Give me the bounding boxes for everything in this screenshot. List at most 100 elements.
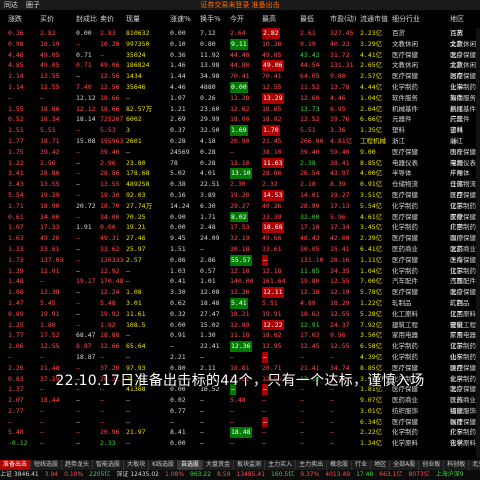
cell-10: 12.19 <box>330 288 350 297</box>
table-row[interactable]: 1.47 5.45 — 5.48 3.01 0.62 18.48 5.41 5.51 4.89 18… <box>0 297 480 309</box>
table-row[interactable]: — — — — — — — — — — —6.34亿 医疗保健 医疗保健 福建 <box>0 416 480 428</box>
cell-6: — <box>200 428 204 437</box>
column-header-11[interactable]: 流通市值 <box>360 13 388 25</box>
tab-3[interactable]: 智能选股 <box>93 460 125 470</box>
table-row[interactable]: 0.98 10.19 — 10.20 997350 0.10 0.80 9.11 10.20 9.… <box>0 38 480 50</box>
cell-11: 4.39亿 <box>360 352 383 361</box>
cell-12: 纺织服饰 <box>392 406 418 415</box>
tab-9[interactable]: 主力买入 <box>265 460 297 470</box>
cell-region: 广州 <box>450 169 463 178</box>
column-header-12[interactable]: 细分行业 <box>392 13 420 25</box>
table-row[interactable]: 1.14 12.55 7.40 12.56 35646 4.46 4880 0.00 12.55… <box>0 81 480 93</box>
tab-7[interactable]: 大盘资金 <box>203 460 235 470</box>
tab-8[interactable]: 板块监测 <box>234 460 266 470</box>
table-row[interactable]: 5.54 19.29 — 19.30 92.03 0.16 3.89 19.20 14.53 14… <box>0 189 480 201</box>
cell-1: 49.26 <box>40 234 60 243</box>
tab-5[interactable]: K线选股 <box>149 460 179 470</box>
table-row[interactable]: 1.77 17.52 68.47 18.88 — 0.91 1.30 11.18 18.62 17… <box>0 330 480 341</box>
table-row[interactable]: 1.06 12.55 8.87 12.66 65.64 — 22.41 12.36 12.95 1… <box>0 341 480 352</box>
cell-3: 19.92 <box>100 309 120 318</box>
table-row[interactable]: 1.77 18.71 15.08 195963 2601 0.28 4.18 20.90 21.… <box>0 136 480 147</box>
column-header-9[interactable]: 最低 <box>300 13 314 25</box>
table-row[interactable]: 1.63 49.26 — 49.31 27.46 9.45 24.09 32.19 49.66 4… <box>0 233 480 244</box>
table-row[interactable]: — — 12.12 18.66 — 1.07 0.26 12.28 13.29 12.60 4.46… <box>0 92 480 104</box>
tab-2[interactable]: 趋势龙头 <box>62 460 94 470</box>
column-header-2[interactable]: 封成比 <box>76 13 97 25</box>
table-row[interactable]: 1.33 33.61 — 33.62 25.97 1.51 — 30.18 33.61 30.05… <box>0 244 480 255</box>
tab-17[interactable]: 北交所 <box>469 460 480 470</box>
table-row[interactable]: 1.14 12.55 — 12.56 1434 1.44 34.98 70.41 70.41 64… <box>0 71 480 82</box>
tab-10[interactable]: 主力卖出 <box>296 460 328 470</box>
tab-12[interactable]: 行业 <box>352 460 372 470</box>
table-row[interactable]: 0.26 2.82 0.00 2.83 810632 0.00 7.12 2.64 2.82 2.… <box>0 28 480 39</box>
column-header-5[interactable]: 涨速% <box>170 13 191 25</box>
table-row[interactable]: 1.39 12.91 — 12.92 — 1.03 0.57 12.10 12.18 11.85 2… <box>0 266 480 277</box>
column-header-7[interactable]: 今开 <box>230 13 244 25</box>
table-row[interactable]: 1.48—19.17 170.48—0.41 1.01 140.00 161.64 19.… <box>0 276 480 287</box>
vertical-scrollbar[interactable] <box>476 28 480 458</box>
cell-12: 化工原料 <box>392 309 418 318</box>
cell-3: — <box>100 352 104 361</box>
cell-9: 39.40 <box>300 147 320 156</box>
table-row[interactable]: 2.07 18.44— — —0.02—5.48— — —9.07亿 医药商业 医药商业 江苏 <box>0 395 480 406</box>
table-row[interactable]: 3.41 28.86 — 28.86 178.68 5.02 4.01 13.10 28.86 2… <box>0 168 480 180</box>
table-row[interactable]: 1.55 18.66 12.12 18.66 82.57万 1.21 23.60 12.62 1… <box>0 104 480 115</box>
table-row[interactable]: — —18.87— —2.21— — — — —4.39亿 化学制药 化学制药 山东 <box>0 351 480 363</box>
cell-11: 1.04亿 <box>360 266 383 275</box>
cell-7: 20.90 <box>230 136 250 145</box>
tab-16[interactable]: 科创板 <box>444 460 470 470</box>
table-row[interactable]: 0.61 34.00 — 34.00 70.25 0.90 1.71 8.02 33.39 32.… <box>0 211 480 223</box>
cell-7: 2.64 <box>230 29 246 37</box>
column-header-8[interactable]: 最高 <box>262 13 276 25</box>
column-header-13[interactable]: 地区 <box>450 13 464 25</box>
table-row[interactable]: 1.22 2.96 — 2.96 23.80 78 0.28 13.10 11.63 2.38 38… <box>0 157 480 169</box>
table-row[interactable]: 1.25 1.80 — 1.82 108.5 0.00 15.02 12.89 12.22 12.… <box>0 319 480 331</box>
cell-3: 1.82 <box>100 320 116 329</box>
table-row[interactable]: 4.85 49.05 0.71 49.06 186824 1.46 13.98 44.80 49… <box>0 60 480 72</box>
bottom-tab-bar[interactable]: 准备出击 短线选股 趋势龙头 智能选股 大板块 K线选股 自选股 大盘资金 板块监测 主力买入 主力… <box>0 460 480 470</box>
cell-region: 北京 <box>450 244 463 253</box>
table-row[interactable]: 1.73 137.03 — 126333 2.57 0.86 2.86 55.57 — 131.1… <box>0 254 480 266</box>
cell-3: 12.66 <box>100 342 120 351</box>
tab-13[interactable]: 地区 <box>371 460 391 470</box>
cell-6: 2.86 <box>200 255 216 264</box>
tab-11[interactable]: 概念股 <box>327 460 353 470</box>
table-row[interactable]: 1.71 18.90 20.72 18.70 27.74万 14.24 6.30 29.27 4… <box>0 201 480 212</box>
table-row[interactable]: 1.07 17.33 1.91 0.00 19.21 0.00 2.48 17.53 18.68… <box>0 222 480 234</box>
cell-10: 31.72 <box>330 50 350 59</box>
table-row[interactable]: 2.77— — — —0.77— — — — —3.01亿 纺织服饰 纺织服饰 福建 <box>0 406 480 417</box>
table-row[interactable]: 1.08 12.38 — 12.24 1.08 3.30 12.08 12.20 12.11 12… <box>0 287 480 298</box>
column-header-0[interactable]: 涨跌 <box>8 13 22 25</box>
table-row[interactable]: 1.51 5.51 — 5.53 3 0.37 32.50 1.69 1.70 5.51 3.36 1… <box>0 125 480 136</box>
tab-14[interactable]: 全部A股 <box>390 460 420 470</box>
table-row[interactable]: 0.89 19.91 — 19.92 11.61 0.32 27.47 18.21 19.91 1… <box>0 309 480 320</box>
cell-8: 12.95 <box>262 342 282 351</box>
cell-0: 1.14 <box>8 72 24 81</box>
cell-1: — <box>40 352 44 361</box>
column-header-10[interactable]: 市盈(动) <box>330 13 356 25</box>
table-row[interactable]: 5.48— —20.96 21.97 8.41—18.48— — —2.22亿 化学制药 化学… <box>0 427 480 439</box>
column-header-row[interactable]: 涨跌 买价 封成比 卖价 现量 涨速% 换手% 今开 最高 最低 市盈(动) 流通市值 细分行业 地区 <box>0 13 480 25</box>
column-header-6[interactable]: 换手% <box>200 13 221 25</box>
cell-8: 38.10 <box>262 147 282 156</box>
table-row[interactable]: 1.75 39.42 — 39.40 — 24569 0.28 — 38.10 39.40 59.4… <box>0 147 480 158</box>
cell-2: — <box>76 212 80 221</box>
tab-6[interactable]: 自选股 <box>178 460 204 470</box>
cell-12: 医疗保健 <box>392 147 418 156</box>
cell-0: 1.39 <box>8 266 24 275</box>
column-header-3[interactable]: 卖价 <box>100 13 114 25</box>
column-header-4[interactable]: 现量 <box>126 13 140 25</box>
cell-3: 18.66 <box>100 93 120 102</box>
tab-15[interactable]: 创业板 <box>419 460 445 470</box>
column-header-1[interactable]: 买价 <box>40 13 54 25</box>
tab-1[interactable]: 短线选股 <box>31 460 63 470</box>
table-row[interactable]: -0.12— —2.33—0.00— — — — —1.34亿 化学原料 化学原料 吉林 <box>0 438 480 449</box>
table-row[interactable]: 4.46 49.05 0.71 — 35024 0.36 11.92 44.40 49.05 43… <box>0 50 480 61</box>
cell-0: 1.48 <box>8 277 24 286</box>
tab-4[interactable]: 大板块 <box>124 460 150 470</box>
cell-0: 1.77 <box>8 331 24 340</box>
tab-0[interactable]: 准备出击 <box>0 460 32 470</box>
cell-2: 18.87 <box>76 352 96 361</box>
table-row[interactable]: 3.43 13.55 — 13.55 489258 0.38 22.51 2.30 2.32 2.… <box>0 179 480 190</box>
table-row[interactable]: 0.52 18.34 18.14 725207 6002 2.69 29.99 18.00 18… <box>0 114 480 125</box>
